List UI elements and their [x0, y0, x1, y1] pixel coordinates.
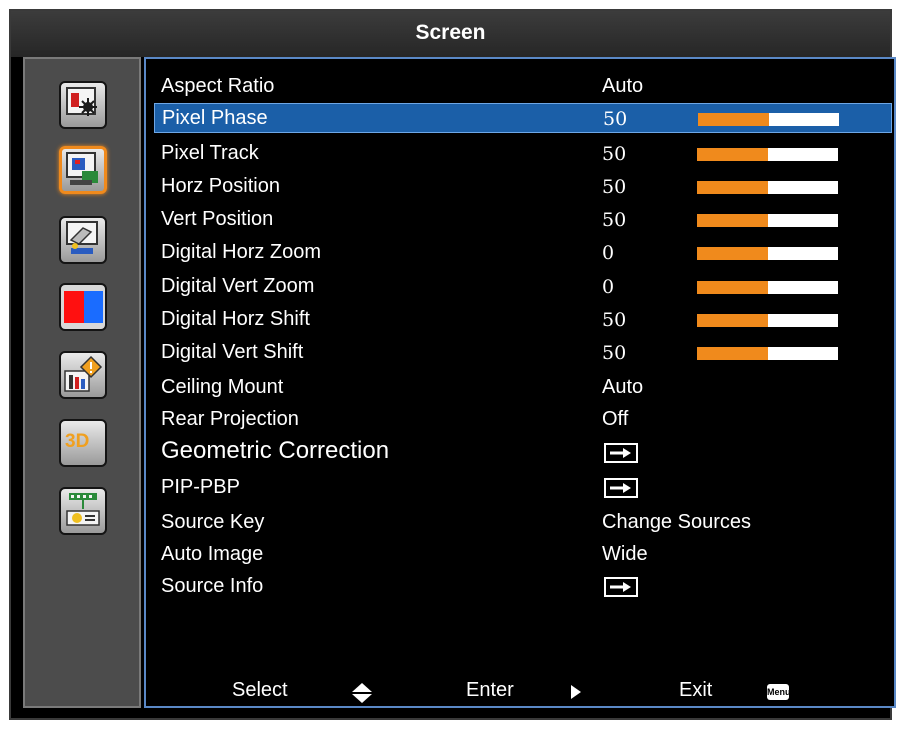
menu-item-value: 0	[602, 276, 615, 298]
menu-item-aspect-ratio[interactable]: Aspect Ratio Auto	[154, 72, 892, 102]
options-icon[interactable]	[59, 351, 107, 399]
menu-item-label: Geometric Correction	[161, 437, 390, 464]
screen-settings-icon[interactable]	[59, 146, 107, 194]
menu-item-pixel-track[interactable]: Pixel Track 50	[154, 139, 892, 169]
exit-hint-label: Exit	[679, 679, 713, 701]
slider-fill	[697, 281, 768, 294]
key-hints-bar: Select Enter Exit Menu	[146, 679, 894, 709]
right-arrow-icon	[571, 685, 581, 699]
menu-item-value: Auto	[602, 75, 644, 97]
menu-item-label: Digital Vert Shift	[161, 341, 304, 363]
menu-item-label: Source Info	[161, 575, 264, 597]
slider-bar[interactable]	[697, 181, 838, 194]
slider-bar[interactable]	[698, 113, 839, 126]
slider-bar[interactable]	[697, 281, 838, 294]
menu-item-digital-vert-zoom[interactable]: Digital Vert Zoom 0	[154, 272, 892, 302]
select-hint-label: Select	[232, 679, 288, 701]
menu-item-label: Source Key	[161, 511, 265, 533]
menu-key-icon: Menu	[767, 684, 791, 700]
slider-bar[interactable]	[697, 247, 838, 260]
menu-item-label: Rear Projection	[161, 408, 299, 430]
menu-item-pixel-phase[interactable]: Pixel Phase 50	[154, 103, 892, 133]
menu-item-geometric-correction[interactable]: Geometric Correction	[154, 437, 892, 468]
slider-bar[interactable]	[697, 214, 838, 227]
setting-icon[interactable]	[59, 216, 107, 264]
3d-icon[interactable]: 3D	[59, 419, 107, 467]
menu-item-horz-position[interactable]: Horz Position 50	[154, 172, 892, 202]
osd-window: Screen 3D Aspect Ratio Auto Pixel Phase …	[9, 9, 896, 720]
menu-item-value: 50	[602, 342, 627, 364]
menu-item-label: Vert Position	[161, 208, 274, 230]
menu-item-label: Digital Horz Zoom	[161, 241, 322, 263]
menu-item-value: 50	[602, 143, 627, 165]
menu-item-label: Digital Horz Shift	[161, 308, 310, 330]
menu-item-label: Horz Position	[161, 175, 280, 197]
menu-item-label: Pixel Phase	[162, 107, 268, 129]
color-icon[interactable]	[59, 283, 107, 331]
slider-fill	[697, 247, 768, 260]
menu-item-pip-pbp[interactable]: PIP-PBP	[154, 473, 892, 503]
menu-item-label: PIP-PBP	[161, 476, 240, 498]
slider-fill	[697, 314, 768, 327]
category-sidebar: 3D	[23, 57, 141, 708]
menu-item-source-key[interactable]: Source Key Change Sources	[154, 508, 892, 538]
menu-item-vert-position[interactable]: Vert Position 50	[154, 205, 892, 235]
menu-item-label: Aspect Ratio	[161, 75, 275, 97]
slider-fill	[698, 113, 769, 126]
menu-panel: Aspect Ratio Auto Pixel Phase 50 Pixel T…	[144, 57, 896, 708]
slider-bar[interactable]	[697, 314, 838, 327]
menu-item-label: Pixel Track	[161, 142, 259, 164]
menu-item-ceiling-mount[interactable]: Ceiling Mount Auto	[154, 373, 892, 403]
menu-item-value: 50	[602, 309, 627, 331]
menu-item-source-info[interactable]: Source Info	[154, 572, 892, 602]
menu-item-auto-image[interactable]: Auto Image Wide	[154, 540, 892, 570]
submenu-arrow-icon	[604, 443, 638, 463]
menu-item-digital-horz-zoom[interactable]: Digital Horz Zoom 0	[154, 238, 892, 268]
enter-hint-label: Enter	[466, 679, 514, 701]
submenu-arrow-icon	[604, 478, 638, 498]
menu-item-digital-vert-shift[interactable]: Digital Vert Shift 50	[154, 338, 892, 368]
menu-item-value: 50	[602, 176, 627, 198]
menu-item-value: 50	[603, 108, 628, 130]
menu-item-value: 0	[602, 242, 615, 264]
menu-item-digital-horz-shift[interactable]: Digital Horz Shift 50	[154, 305, 892, 335]
menu-item-label: Auto Image	[161, 543, 264, 565]
slider-fill	[697, 181, 768, 194]
up-down-arrow-icon	[352, 683, 372, 703]
slider-bar[interactable]	[697, 347, 838, 360]
slider-fill	[697, 214, 768, 227]
menu-item-label: Digital Vert Zoom	[161, 275, 315, 297]
image-settings-icon[interactable]	[59, 81, 107, 129]
slider-bar[interactable]	[697, 148, 838, 161]
menu-item-rear-projection[interactable]: Rear Projection Off	[154, 405, 892, 435]
menu-item-value: Wide	[602, 543, 648, 565]
3d-icon-label: 3D	[65, 431, 90, 452]
menu-item-value: 50	[602, 209, 627, 231]
network-icon[interactable]	[59, 487, 107, 535]
slider-fill	[697, 148, 768, 161]
menu-item-value: Change Sources	[602, 511, 751, 533]
menu-item-value: Auto	[602, 376, 644, 398]
submenu-arrow-icon	[604, 577, 638, 597]
menu-item-value: Off	[602, 408, 629, 430]
menu-item-label: Ceiling Mount	[161, 376, 284, 398]
slider-fill	[697, 347, 768, 360]
menu-title: Screen	[11, 11, 890, 57]
